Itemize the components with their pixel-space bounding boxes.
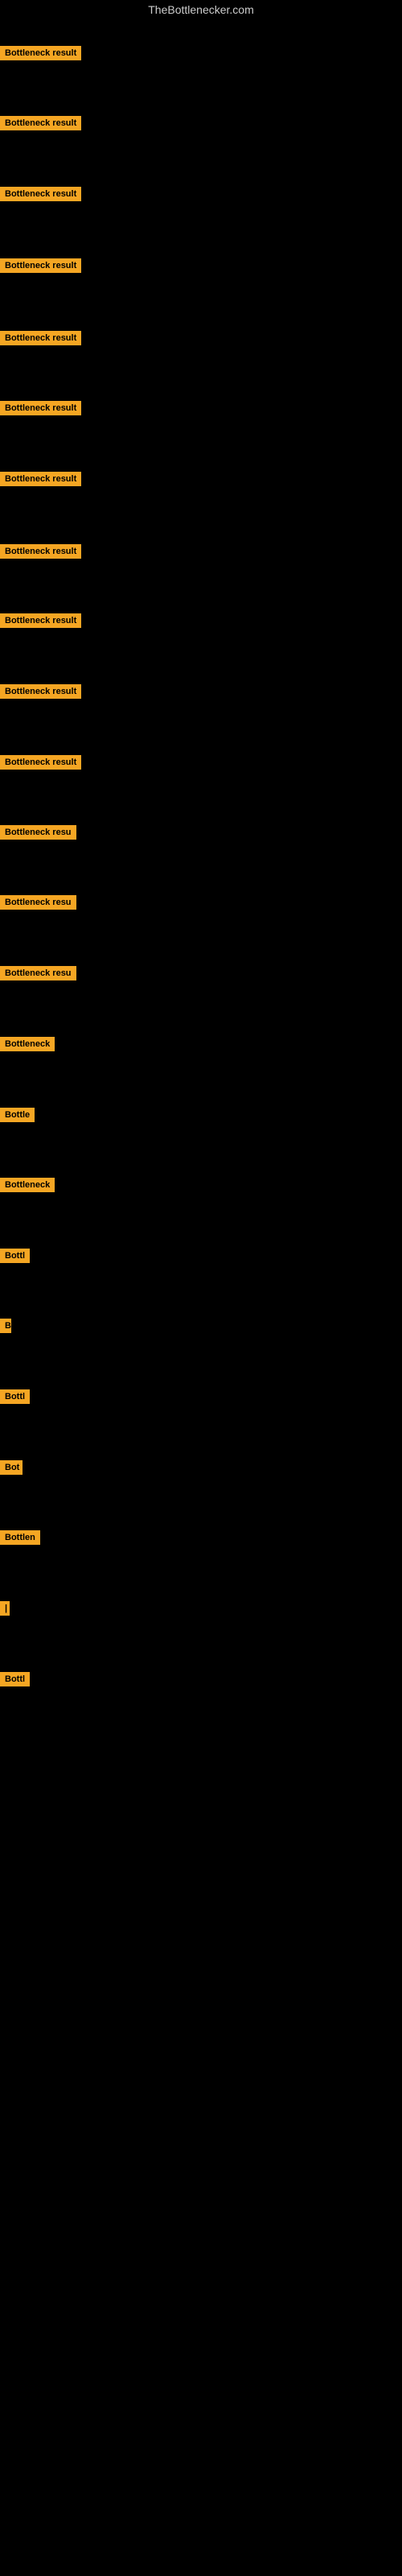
bottleneck-item-3[interactable]: Bottleneck result (0, 187, 81, 205)
bottleneck-badge-11[interactable]: Bottleneck result (0, 755, 81, 770)
bottleneck-item-8[interactable]: Bottleneck result (0, 544, 81, 563)
bottleneck-item-17[interactable]: Bottleneck (0, 1178, 55, 1196)
bottleneck-badge-3[interactable]: Bottleneck result (0, 187, 81, 201)
bottleneck-item-1[interactable]: Bottleneck result (0, 46, 81, 64)
bottleneck-badge-4[interactable]: Bottleneck result (0, 258, 81, 273)
bottleneck-item-22[interactable]: Bottlen (0, 1530, 40, 1549)
bottleneck-badge-6[interactable]: Bottleneck result (0, 401, 81, 415)
bottleneck-badge-18[interactable]: Bottl (0, 1249, 30, 1263)
bottleneck-item-23[interactable]: | (0, 1601, 10, 1620)
bottleneck-badge-21[interactable]: Bot (0, 1460, 23, 1475)
bottleneck-item-7[interactable]: Bottleneck result (0, 472, 81, 490)
bottleneck-badge-16[interactable]: Bottle (0, 1108, 35, 1122)
bottleneck-badge-12[interactable]: Bottleneck resu (0, 825, 76, 840)
bottleneck-item-24[interactable]: Bottl (0, 1672, 30, 1690)
bottleneck-badge-20[interactable]: Bottl (0, 1389, 30, 1404)
bottleneck-item-6[interactable]: Bottleneck result (0, 401, 81, 419)
bottleneck-badge-8[interactable]: Bottleneck result (0, 544, 81, 559)
bottleneck-item-19[interactable]: B (0, 1319, 11, 1337)
bottleneck-badge-5[interactable]: Bottleneck result (0, 331, 81, 345)
bottleneck-item-5[interactable]: Bottleneck result (0, 331, 81, 349)
bottleneck-badge-22[interactable]: Bottlen (0, 1530, 40, 1545)
bottleneck-item-18[interactable]: Bottl (0, 1249, 30, 1267)
bottleneck-item-16[interactable]: Bottle (0, 1108, 35, 1126)
bottleneck-item-13[interactable]: Bottleneck resu (0, 895, 76, 914)
bottleneck-badge-13[interactable]: Bottleneck resu (0, 895, 76, 910)
bottleneck-item-15[interactable]: Bottleneck (0, 1037, 55, 1055)
bottleneck-item-4[interactable]: Bottleneck result (0, 258, 81, 277)
bottleneck-item-14[interactable]: Bottleneck resu (0, 966, 76, 985)
bottleneck-item-9[interactable]: Bottleneck result (0, 613, 81, 632)
bottleneck-badge-10[interactable]: Bottleneck result (0, 684, 81, 699)
bottleneck-item-21[interactable]: Bot (0, 1460, 23, 1479)
bottleneck-badge-15[interactable]: Bottleneck (0, 1037, 55, 1051)
bottleneck-item-11[interactable]: Bottleneck result (0, 755, 81, 774)
bottleneck-badge-9[interactable]: Bottleneck result (0, 613, 81, 628)
bottleneck-badge-24[interactable]: Bottl (0, 1672, 30, 1686)
bottleneck-badge-23[interactable]: | (0, 1601, 10, 1616)
bottleneck-item-20[interactable]: Bottl (0, 1389, 30, 1408)
bottleneck-item-12[interactable]: Bottleneck resu (0, 825, 76, 844)
bottleneck-badge-14[interactable]: Bottleneck resu (0, 966, 76, 980)
bottleneck-badge-19[interactable]: B (0, 1319, 11, 1333)
bottleneck-badge-7[interactable]: Bottleneck result (0, 472, 81, 486)
bottleneck-badge-2[interactable]: Bottleneck result (0, 116, 81, 130)
bottleneck-item-10[interactable]: Bottleneck result (0, 684, 81, 703)
bottleneck-badge-17[interactable]: Bottleneck (0, 1178, 55, 1192)
bottleneck-item-2[interactable]: Bottleneck result (0, 116, 81, 134)
site-title: TheBottlenecker.com (0, 0, 402, 19)
bottleneck-badge-1[interactable]: Bottleneck result (0, 46, 81, 60)
